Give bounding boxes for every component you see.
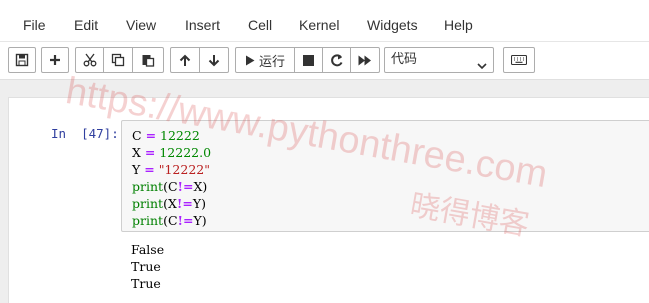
output-line: True bbox=[131, 276, 161, 291]
code-operator: != bbox=[176, 196, 193, 211]
cell-type-select[interactable]: 代码 bbox=[384, 47, 494, 73]
restart-button[interactable] bbox=[322, 47, 351, 73]
menu-view[interactable]: View bbox=[126, 16, 156, 34]
save-icon bbox=[15, 53, 29, 67]
arrow-down-icon bbox=[208, 54, 220, 67]
save-button[interactable] bbox=[8, 47, 36, 73]
interrupt-button[interactable] bbox=[294, 47, 323, 73]
output-line: True bbox=[131, 259, 161, 274]
restart-icon bbox=[330, 53, 343, 67]
menu-kernel[interactable]: Kernel bbox=[299, 16, 339, 34]
code-function: print bbox=[132, 179, 164, 194]
code-operator: = bbox=[144, 145, 156, 160]
command-palette-button[interactable] bbox=[503, 47, 535, 73]
plus-icon bbox=[49, 54, 61, 66]
menu-insert[interactable]: Insert bbox=[185, 16, 220, 34]
paste-button[interactable] bbox=[132, 47, 164, 73]
code-line: print(C!=X) bbox=[132, 179, 208, 194]
menu-widgets[interactable]: Widgets bbox=[367, 16, 418, 34]
cell-type-value: 代码 bbox=[391, 52, 418, 67]
code-content[interactable]: C = 12222 X = 12222.0 Y = "12222" print(C!=… bbox=[132, 127, 211, 229]
code-editor[interactable]: C = 12222 X = 12222.0 Y = "12222" print(C!=… bbox=[121, 120, 649, 232]
stop-icon bbox=[303, 54, 314, 66]
menubar: File Edit View Insert Cell Kernel Widget… bbox=[0, 0, 649, 42]
code-literal: 12222.0 bbox=[159, 145, 212, 160]
cut-button[interactable] bbox=[75, 47, 104, 73]
code-arg: C bbox=[167, 213, 178, 228]
menu-help[interactable]: Help bbox=[444, 16, 473, 34]
copy-icon bbox=[111, 53, 125, 67]
output-line: False bbox=[131, 242, 165, 257]
run-label: 运行 bbox=[258, 54, 285, 70]
code-line: C = 12222 bbox=[132, 127, 211, 144]
code-literal: "12222" bbox=[158, 162, 210, 177]
code-line: print(C!=Y) bbox=[132, 213, 207, 228]
code-line: X = 12222.0 bbox=[132, 144, 211, 161]
code-variable: X bbox=[132, 145, 141, 160]
copy-button[interactable] bbox=[103, 47, 133, 73]
code-variable: Y bbox=[132, 162, 141, 177]
code-line: Y = "12222" bbox=[132, 161, 211, 178]
code-operator: = bbox=[144, 162, 155, 177]
notebook-container: In [47]: C = 12222 X = 12222.0 Y = "12222"… bbox=[8, 97, 649, 303]
keyboard-icon bbox=[511, 55, 527, 65]
code-arg: X bbox=[193, 179, 203, 194]
input-prompt: In [47]: bbox=[51, 126, 119, 141]
code-operator: != bbox=[177, 179, 194, 194]
code-arg: X bbox=[167, 196, 177, 211]
paste-icon bbox=[141, 53, 155, 67]
cell-output: False True True bbox=[131, 241, 164, 292]
fast-forward-icon bbox=[358, 55, 372, 66]
scissors-icon bbox=[83, 53, 97, 67]
code-arg: Y bbox=[193, 213, 202, 228]
menu-file[interactable]: File bbox=[23, 16, 46, 34]
code-function: print bbox=[132, 196, 164, 211]
restart-run-all-button[interactable] bbox=[350, 47, 380, 73]
move-down-button[interactable] bbox=[199, 47, 229, 73]
toolbar: 运行 代码 bbox=[0, 42, 649, 80]
play-icon bbox=[245, 55, 255, 66]
code-literal: 12222 bbox=[160, 128, 200, 143]
move-up-button[interactable] bbox=[170, 47, 200, 73]
code-operator: != bbox=[177, 213, 194, 228]
chevron-down-icon bbox=[477, 55, 487, 79]
code-arg: C bbox=[167, 179, 178, 194]
menu-edit[interactable]: Edit bbox=[74, 16, 98, 34]
code-arg: Y bbox=[192, 196, 202, 211]
menu-cell[interactable]: Cell bbox=[248, 16, 272, 34]
code-operator: = bbox=[145, 128, 157, 143]
code-function: print bbox=[132, 213, 164, 228]
code-variable: C bbox=[132, 128, 142, 143]
arrow-up-icon bbox=[179, 54, 191, 67]
insert-cell-button[interactable] bbox=[41, 47, 69, 73]
code-line: print(X!=Y) bbox=[132, 196, 206, 211]
run-button[interactable]: 运行 bbox=[235, 47, 295, 73]
